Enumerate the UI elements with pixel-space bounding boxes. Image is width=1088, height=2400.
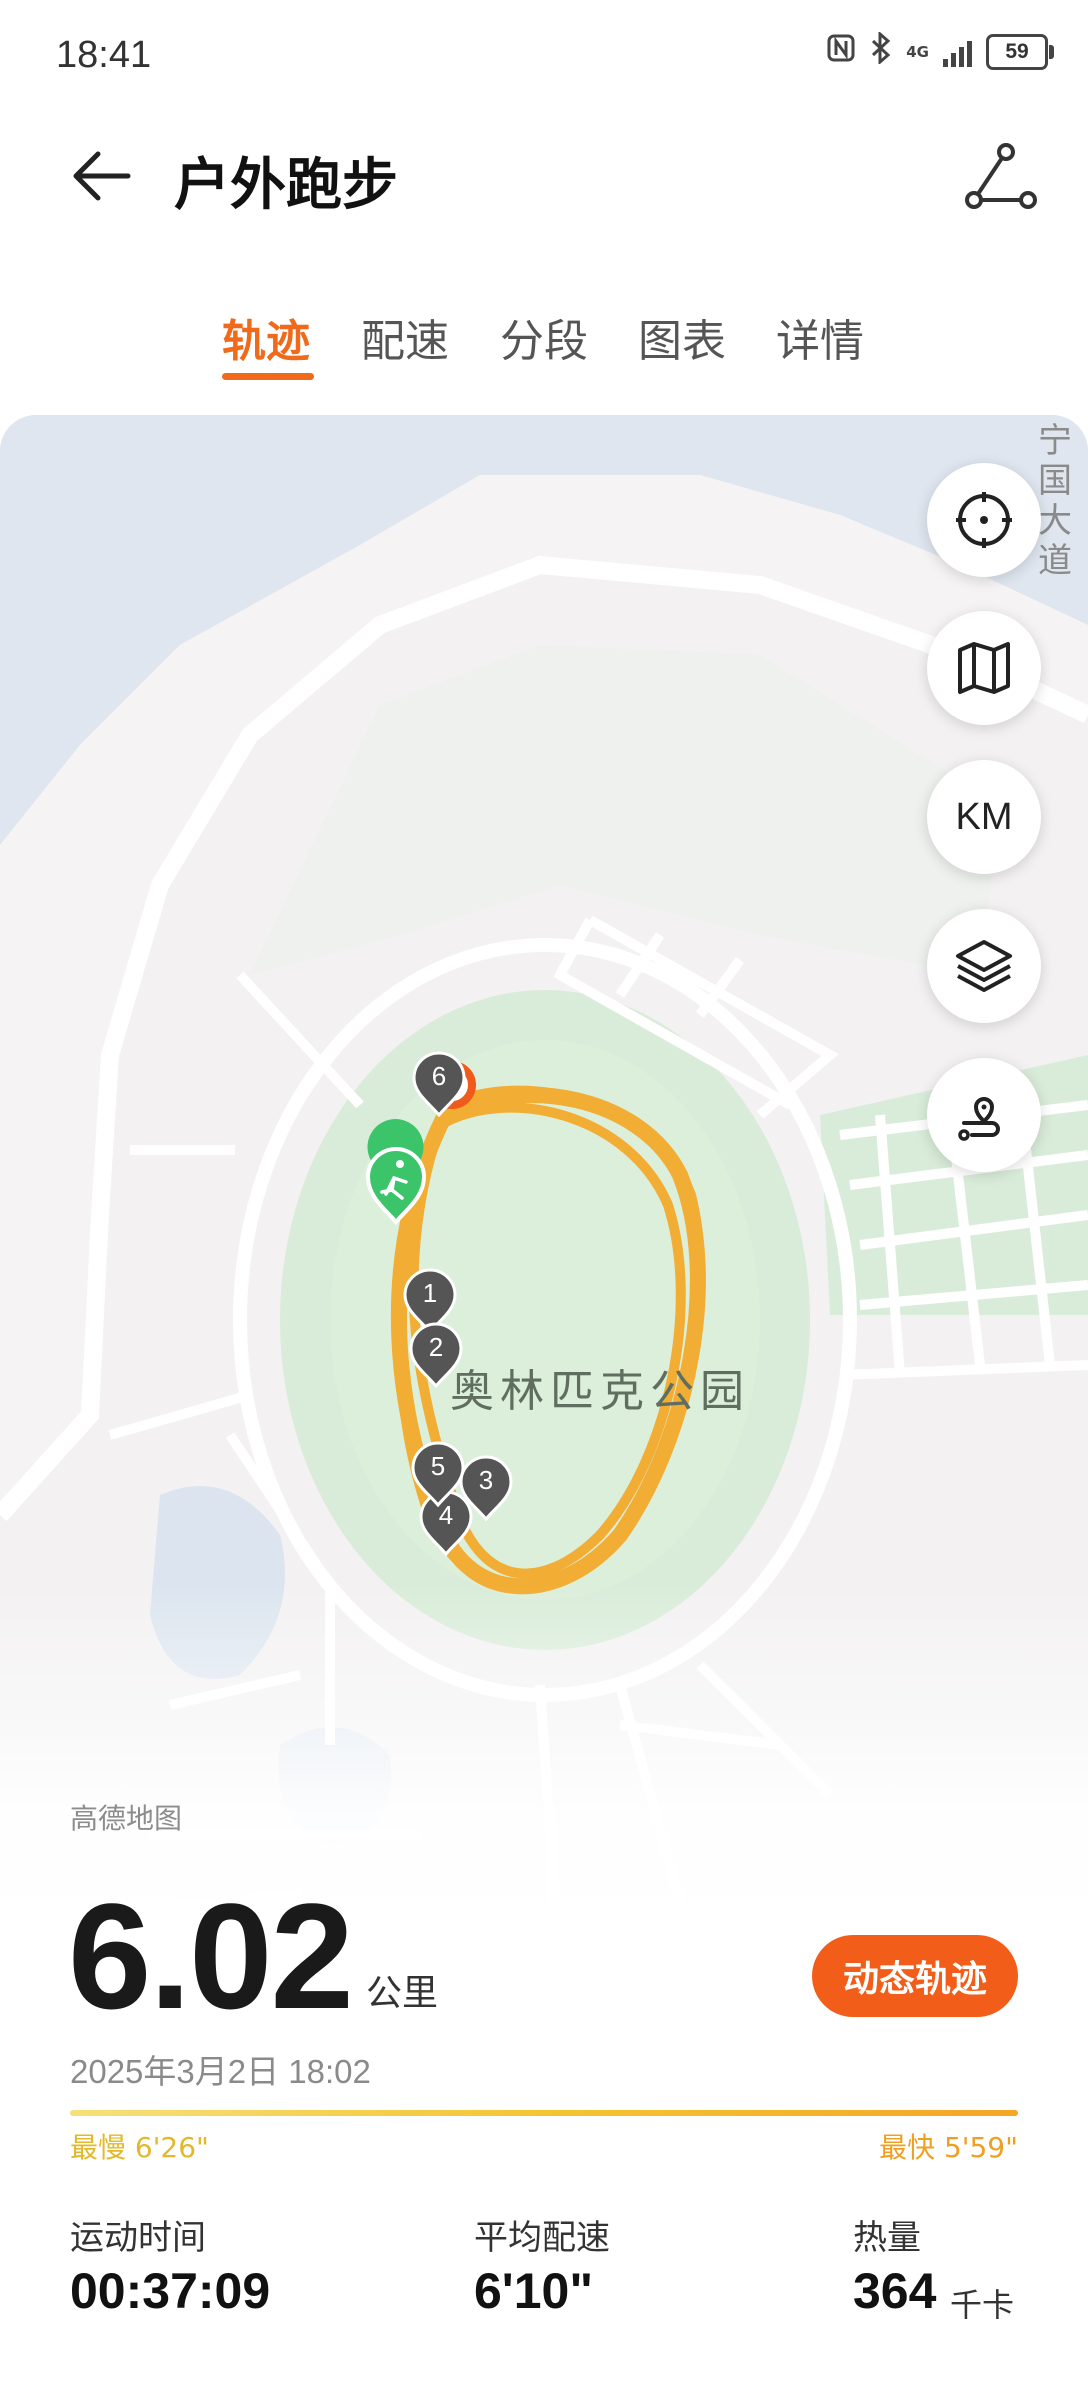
- stat-unit-calories: 千卡: [950, 2286, 1015, 2324]
- km-marker[interactable]: 3: [458, 1455, 514, 1521]
- pace-gradient-bar: [70, 2110, 1018, 2116]
- nfc-icon: [826, 33, 856, 71]
- back-button[interactable]: [64, 136, 144, 216]
- km-toggle-button[interactable]: KM: [927, 760, 1041, 874]
- status-icons: 4G 59: [826, 30, 1054, 72]
- pace-slowest: 最慢 6'26": [70, 2131, 209, 2164]
- tab-indicator: [222, 373, 314, 380]
- header: 户外跑步: [0, 110, 1088, 240]
- distance-value: 6.02: [68, 1872, 354, 2040]
- km-marker-label: 6: [431, 1061, 447, 1091]
- stat-value-calories: 364: [853, 2263, 937, 2319]
- km-marker-label: 3: [478, 1465, 494, 1495]
- tab-charts[interactable]: 图表: [638, 305, 726, 369]
- pace-fastest: 最快 5'59": [879, 2131, 1018, 2164]
- route-replay-icon: [958, 1097, 1000, 1141]
- tab-pace[interactable]: 配速: [361, 305, 449, 369]
- stat-label-duration: 运动时间: [70, 2218, 206, 2258]
- distance-unit: 公里: [366, 1973, 439, 2014]
- layers-icon: [956, 940, 1012, 992]
- arrow-left-icon: [73, 151, 131, 201]
- map-type-button[interactable]: [927, 611, 1041, 725]
- road-label: 宁国大道: [1038, 421, 1072, 581]
- stat-value-avg-pace: 6'10": [474, 2263, 594, 2319]
- network-type: 4G: [906, 42, 929, 61]
- stat-label-calories: 热量: [853, 2218, 921, 2258]
- bluetooth-icon: [870, 30, 892, 72]
- dynamic-track-button[interactable]: 动态轨迹: [812, 1935, 1018, 2017]
- locate-icon: [956, 492, 1012, 548]
- route-replay-button[interactable]: [927, 1058, 1041, 1172]
- tab-bar: 轨迹 配速 分段 图表 详情: [0, 295, 1088, 385]
- map-view[interactable]: 6 1 2 4 5 3 奥林匹克公园 宁国大道 KM: [0, 415, 1088, 2400]
- route-icon: [965, 143, 1037, 209]
- route-share-button[interactable]: [960, 136, 1040, 216]
- tab-track[interactable]: 轨迹: [222, 305, 310, 369]
- battery-icon: 59: [986, 34, 1054, 70]
- km-marker-label: 1: [422, 1278, 438, 1308]
- stat-value-duration: 00:37:09: [70, 2263, 271, 2319]
- signal-icon: [943, 37, 972, 67]
- status-bar: 18:41 4G 59: [0, 0, 1088, 110]
- tab-details[interactable]: 详情: [776, 305, 864, 369]
- layers-button[interactable]: [927, 909, 1041, 1023]
- page-title: 户外跑步: [174, 153, 398, 218]
- locate-button[interactable]: [927, 463, 1041, 577]
- map-icon: [958, 642, 1010, 694]
- park-label: 奥林匹克公园: [450, 1366, 750, 1417]
- map-source: 高德地图: [70, 1802, 183, 1835]
- km-label: KM: [955, 795, 1013, 838]
- tab-segments[interactable]: 分段: [500, 305, 588, 369]
- status-time: 18:41: [56, 34, 152, 76]
- stat-label-avg-pace: 平均配速: [474, 2218, 610, 2258]
- km-marker[interactable]: 6: [411, 1051, 467, 1117]
- workout-date: 2025年3月2日 18:02: [70, 2053, 371, 2090]
